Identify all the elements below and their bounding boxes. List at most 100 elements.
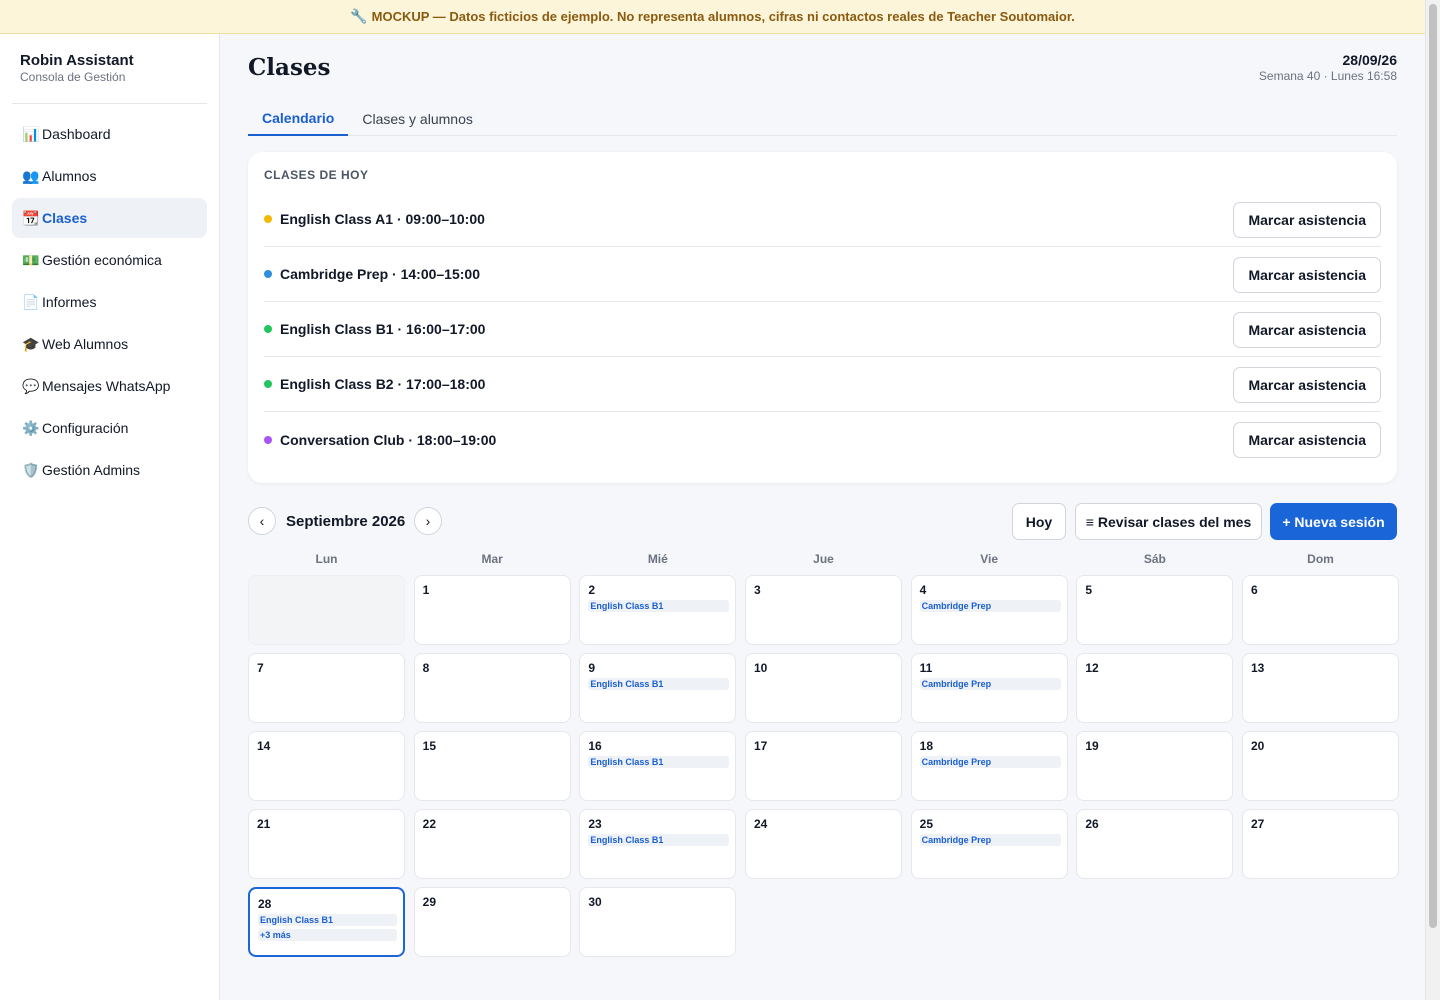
today-classes-card: CLASES DE HOY English Class A1 · 09:00–1… [248, 152, 1397, 483]
calendar-event[interactable]: English Class B1 [588, 600, 730, 612]
day-number: 1 [422, 583, 430, 597]
calendar-day-cell[interactable]: 19 [1076, 731, 1234, 801]
gear-icon: ⚙️ [22, 419, 40, 436]
graduation-cap-icon: 🎓 [22, 335, 40, 352]
calendar-day-cell[interactable]: 16 English Class B1 [579, 731, 737, 801]
today-class-row: English Class B2 · 17:00–18:00 Marcar asi… [264, 357, 1381, 412]
day-number: 15 [422, 739, 437, 753]
calendar-day-cell[interactable]: 22 [413, 809, 571, 879]
today-class-label: English Class A1 · 09:00–10:00 [280, 211, 485, 227]
sidebar-nav: 📊 Dashboard 👥 Alumnos 📆 Clases 💵 Gestión económ… [12, 114, 207, 492]
sidebar-item-gestión-económica[interactable]: 💵 Gestión económica [12, 240, 207, 280]
month-label: Septiembre 2026 [286, 513, 406, 530]
tab-calendario[interactable]: Calendario [248, 102, 349, 136]
wrench-icon: 🔧 [350, 8, 368, 24]
calendar-day-cell[interactable]: 7 [248, 653, 405, 723]
brand-title: Robin Assistant [20, 52, 134, 69]
calendar-day-cell-today[interactable]: 28 English Class B1 +3 más [248, 887, 405, 957]
weekday-label: Sáb [1143, 552, 1166, 566]
class-color-dot [264, 380, 272, 388]
new-session-button[interactable]: + Nueva sesión [1270, 503, 1397, 540]
calendar-day-cell[interactable]: 27 [1242, 809, 1399, 879]
day-number: 3 [754, 583, 761, 597]
calendar-day-cell[interactable]: 9 English Class B1 [579, 653, 737, 723]
mark-attendance-button[interactable]: Marcar asistencia [1233, 367, 1381, 403]
calendar-day-cell[interactable]: 10 [745, 653, 902, 723]
page-scrollbar[interactable] [1425, 0, 1440, 1000]
weekday-label: Mié [647, 552, 668, 566]
calendar-event[interactable]: English Class B1 [588, 834, 730, 846]
sidebar-item-informes[interactable]: 📄 Informes [12, 282, 207, 322]
calendar-day-cell[interactable]: 17 [745, 731, 902, 801]
mark-attendance-button[interactable]: Marcar asistencia [1233, 312, 1381, 348]
sidebar-item-dashboard[interactable]: 📊 Dashboard [12, 114, 207, 154]
next-month-button[interactable]: › [414, 507, 442, 535]
calendar-event[interactable]: English Class B1 [258, 914, 397, 926]
calendar-day-cell[interactable]: 18 Cambridge Prep [910, 731, 1068, 801]
review-month-button[interactable]: ≡ Revisar clases del mes [1075, 503, 1262, 540]
mark-attendance-button[interactable]: Marcar asistencia [1233, 257, 1381, 293]
calendar-day-cell[interactable]: 30 [579, 887, 737, 957]
calendar-day-cell[interactable]: 21 [248, 809, 405, 879]
tab-clases-y-alumnos[interactable]: Clases y alumnos [348, 102, 487, 136]
calendar-day-cell[interactable]: 23 English Class B1 [579, 809, 737, 879]
today-button[interactable]: Hoy [1012, 503, 1066, 540]
day-number: 20 [1251, 739, 1265, 753]
sidebar: Robin Assistant Consola de Gestión 📊 Dash… [0, 34, 220, 1000]
mockup-banner-text: MOCKUP — Datos ficticios de ejemplo. No … [371, 9, 1075, 24]
calendar-day-cell[interactable]: 25 Cambridge Prep [910, 809, 1068, 879]
sidebar-item-configuración[interactable]: ⚙️ Configuración [12, 408, 207, 448]
day-number: 5 [1085, 583, 1093, 597]
calendar-event[interactable]: Cambridge Prep [919, 678, 1061, 690]
weekday-label: Mar [481, 552, 503, 566]
sidebar-item-mensajes-whatsapp[interactable]: 💬 Mensajes WhatsApp [12, 366, 207, 406]
calendar-event[interactable]: Cambridge Prep [919, 600, 1061, 612]
day-number: 2 [588, 583, 596, 597]
weekday-label: Dom [1307, 552, 1334, 566]
calendar-day-cell[interactable]: 2 English Class B1 [579, 575, 737, 645]
calendar-day-cell[interactable]: 8 [413, 653, 571, 723]
sidebar-item-label: Web Alumnos [42, 336, 129, 352]
list-icon: ≡ [1085, 513, 1094, 530]
calendar-event[interactable]: Cambridge Prep [919, 834, 1061, 846]
calendar-day-cell[interactable]: 20 [1242, 731, 1399, 801]
calendar-event[interactable]: Cambridge Prep [919, 756, 1061, 768]
sidebar-item-gestión-admins[interactable]: 🛡️ Gestión Admins [12, 450, 207, 490]
page-title: Clases [248, 54, 331, 81]
sidebar-item-clases[interactable]: 📆 Clases [12, 198, 207, 238]
review-month-label: Revisar clases del mes [1097, 513, 1252, 530]
class-color-dot [264, 215, 272, 223]
day-number: 11 [919, 661, 933, 675]
calendar-day-cell[interactable]: 12 [1076, 653, 1234, 723]
calendar-day-cell[interactable]: 14 [248, 731, 405, 801]
calendar-day-cell[interactable]: 5 [1076, 575, 1234, 645]
calendar-day-cell[interactable]: 24 [745, 809, 902, 879]
scrollbar-thumb[interactable] [1429, 4, 1437, 928]
mark-attendance-button[interactable]: Marcar asistencia [1233, 202, 1381, 238]
day-number: 27 [1251, 817, 1265, 831]
calendar-day-cell[interactable]: 3 [745, 575, 902, 645]
more-events-link[interactable]: +3 más [258, 929, 397, 941]
calendar-day-cell[interactable]: 29 [413, 887, 571, 957]
sidebar-item-label: Gestión Admins [42, 462, 141, 478]
calendar-day-cell[interactable]: 26 [1076, 809, 1234, 879]
sidebar-item-web-alumnos[interactable]: 🎓 Web Alumnos [12, 324, 207, 364]
sidebar-item-alumnos[interactable]: 👥 Alumnos [12, 156, 207, 196]
calendar-day-cell[interactable]: 1 [413, 575, 571, 645]
mockup-banner: 🔧 MOCKUP — Datos ficticios de ejemplo. N… [0, 0, 1425, 34]
day-number: 25 [919, 817, 934, 831]
calendar-day-cell[interactable]: 13 [1242, 653, 1399, 723]
sidebar-item-label: Dashboard [42, 126, 111, 142]
calendar-event[interactable]: English Class B1 [588, 756, 730, 768]
mark-attendance-button[interactable]: Marcar asistencia [1233, 422, 1381, 458]
calendar-day-cell[interactable]: 15 [413, 731, 571, 801]
day-number: 6 [1251, 583, 1258, 597]
day-number: 30 [588, 895, 602, 909]
calendar-event[interactable]: English Class B1 [588, 678, 730, 690]
day-number: 24 [754, 817, 768, 831]
prev-month-button[interactable]: ‹ [248, 507, 276, 535]
today-class-row: English Class A1 · 09:00–10:00 Marcar asi… [264, 192, 1381, 247]
calendar-day-cell[interactable]: 6 [1242, 575, 1399, 645]
calendar-day-cell[interactable]: 11 Cambridge Prep [910, 653, 1068, 723]
calendar-day-cell[interactable]: 4 Cambridge Prep [910, 575, 1068, 645]
